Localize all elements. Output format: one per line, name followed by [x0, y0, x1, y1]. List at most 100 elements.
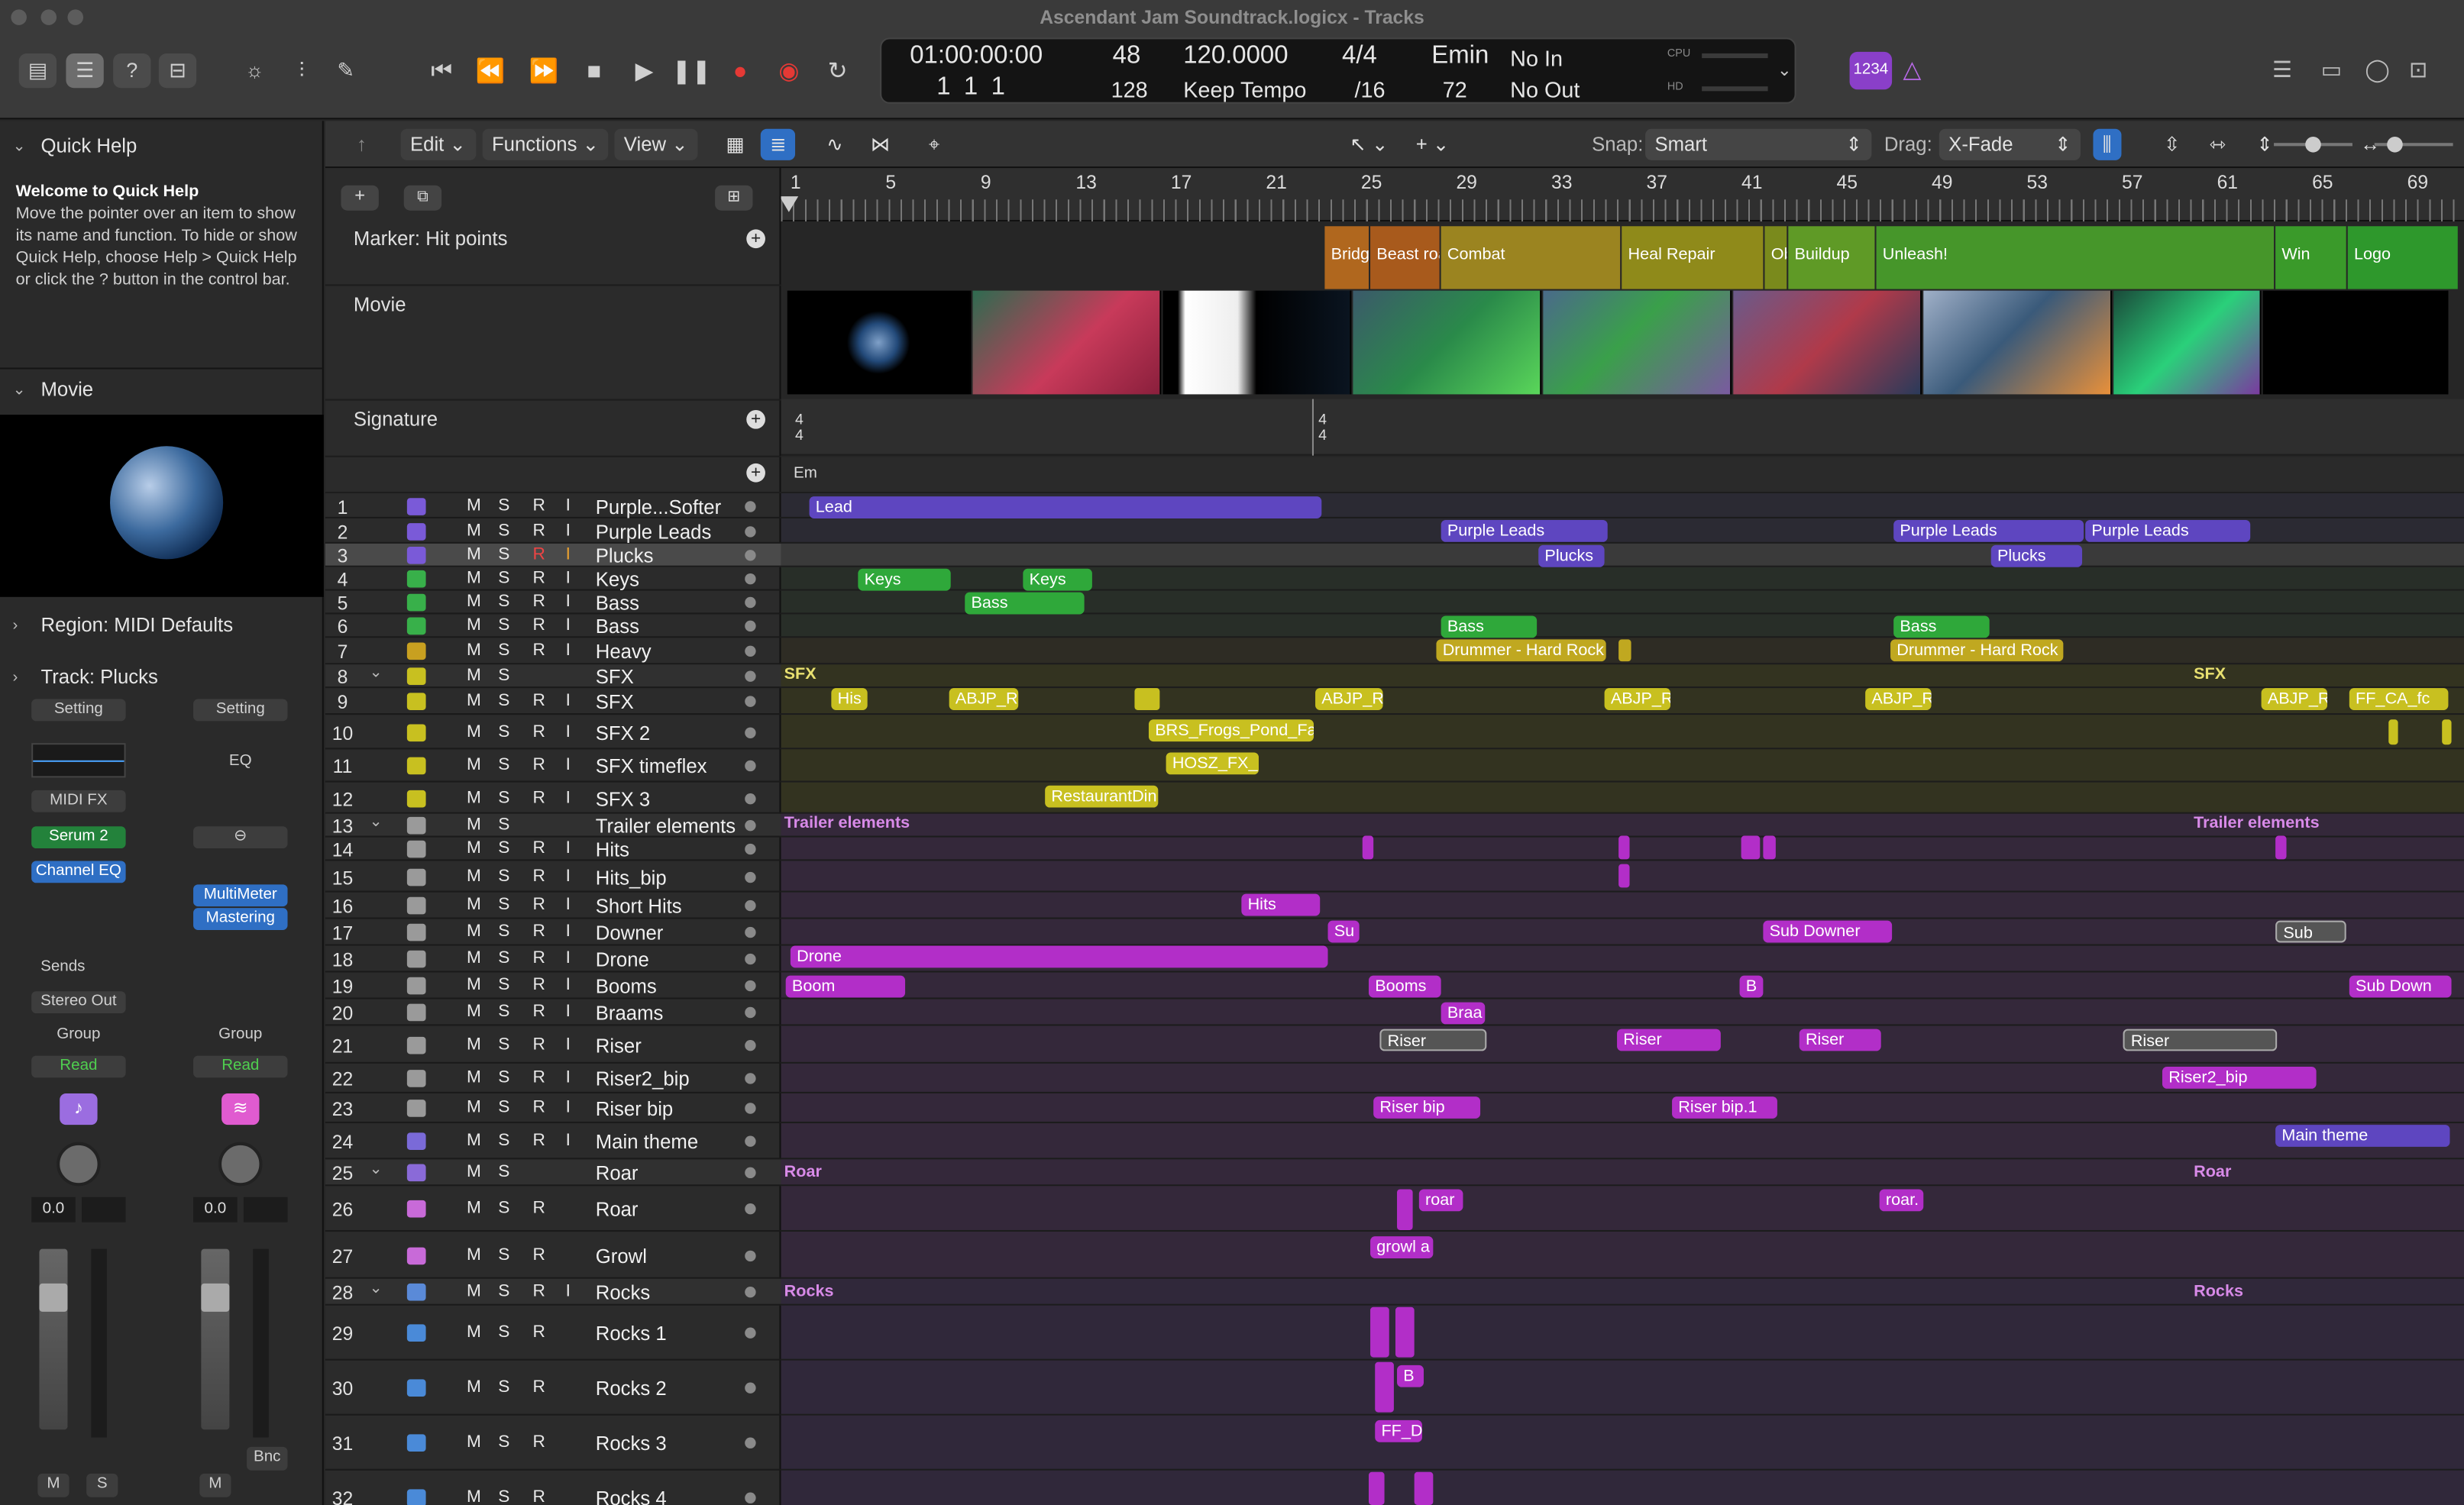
track-name[interactable]: Riser bip	[596, 1098, 673, 1120]
region[interactable]: B	[1739, 975, 1764, 998]
track-name[interactable]: Drone	[596, 949, 649, 971]
duplicate-track-icon[interactable]: ⧉	[403, 185, 442, 211]
solo-button[interactable]: S	[498, 949, 509, 968]
track-on-off-icon[interactable]	[745, 1382, 756, 1394]
mute-button[interactable]: M	[467, 1068, 481, 1087]
solo-button[interactable]: S	[498, 666, 509, 685]
mute-button[interactable]: M	[467, 1131, 481, 1150]
vertical-zoom-slider[interactable]	[2274, 136, 2352, 153]
track-lane[interactable]	[781, 715, 2464, 750]
region[interactable]	[1134, 688, 1160, 710]
solo-button[interactable]: S	[498, 1003, 509, 1022]
track-lane[interactable]	[781, 972, 2464, 1000]
track-header-hits-bip[interactable]: 15 M S R I Hits_bip	[325, 861, 781, 893]
track-lane[interactable]	[781, 749, 2464, 783]
input-monitor-button[interactable]: I	[566, 521, 571, 540]
track-lane[interactable]	[781, 1093, 2464, 1124]
add-marker-icon[interactable]: +	[746, 229, 765, 249]
track-on-off-icon[interactable]	[745, 953, 756, 965]
track-on-off-icon[interactable]	[745, 1287, 756, 1298]
region-chevron-right-icon[interactable]: ›	[12, 618, 18, 635]
solo-button[interactable]: S	[498, 1377, 509, 1397]
track-on-off-icon[interactable]	[745, 1038, 756, 1051]
lcd-display[interactable]: 01:00:00:00 1 1 1 48 128 120.0000 Keep T…	[880, 37, 1796, 104]
record-enable-button[interactable]: R	[532, 1068, 545, 1087]
track-header-bass[interactable]: 5 M S R I Bass	[325, 591, 781, 615]
track-name[interactable]: Hits	[596, 839, 629, 861]
mute-button[interactable]: M	[467, 756, 481, 775]
region[interactable]: Purple Leads	[1441, 519, 1608, 542]
output-setting-button[interactable]: Setting	[193, 699, 288, 722]
track-lane[interactable]	[781, 1415, 2464, 1471]
record-enable-button[interactable]: R	[532, 922, 545, 941]
bounce-button[interactable]: Bnc	[247, 1446, 288, 1471]
region[interactable]: Keys	[858, 568, 951, 591]
editors-icon[interactable]: ✎	[327, 53, 364, 88]
output-pan-knob[interactable]	[218, 1142, 263, 1187]
track-header-bass[interactable]: 6 M S R I Bass	[325, 614, 781, 638]
record-enable-button[interactable]: R	[532, 1131, 545, 1150]
record-enable-button[interactable]: R	[532, 949, 545, 968]
region-inspector-header[interactable]: Region: MIDI Defaults	[0, 605, 324, 645]
track-name[interactable]: Roar	[596, 1162, 639, 1184]
chord-track-header[interactable]: +	[325, 457, 781, 494]
track-name[interactable]: Plucks	[596, 545, 654, 567]
track-name[interactable]: Keys	[596, 569, 639, 591]
output-eq-button[interactable]: EQ	[193, 751, 287, 773]
browsers-icon[interactable]: ⊡	[2409, 57, 2427, 83]
region[interactable]	[1397, 1189, 1413, 1230]
track-header-keys[interactable]: 4 M S R I Keys	[325, 567, 781, 591]
track-header-riser-bip[interactable]: 23 M S R I Riser bip	[325, 1093, 781, 1124]
region[interactable]: Booms	[1368, 975, 1441, 998]
region[interactable]: RestaurantDin	[1045, 785, 1159, 808]
region[interactable]: Riser	[1799, 1029, 1881, 1051]
rewind-icon[interactable]: ⏪	[470, 53, 510, 91]
solo-button[interactable]: S	[498, 815, 509, 835]
record-enable-button[interactable]: R	[532, 1003, 545, 1022]
region[interactable]	[1741, 835, 1761, 860]
solo-button[interactable]: S	[498, 1323, 509, 1342]
solo-button[interactable]: S	[498, 1131, 509, 1150]
list-editors-icon[interactable]: ☰	[2272, 57, 2292, 83]
record-enable-button[interactable]: R	[532, 976, 545, 995]
solo-button[interactable]: S	[498, 756, 509, 775]
automation-mode[interactable]: Read	[31, 1055, 126, 1078]
region[interactable]: Sub	[2275, 920, 2346, 943]
region[interactable]: Plucks	[1538, 544, 1605, 567]
track-name[interactable]: Booms	[596, 976, 657, 998]
region[interactable]: Riser	[2123, 1029, 2278, 1051]
track-name[interactable]: Rocks	[596, 1282, 650, 1304]
track-on-off-icon[interactable]	[745, 1167, 756, 1179]
track-name[interactable]: SFX 2	[596, 722, 650, 744]
mute-button[interactable]: M	[467, 1162, 481, 1181]
mute-button[interactable]: M	[467, 815, 481, 835]
record-enable-button[interactable]: R	[532, 756, 545, 775]
pointer-tool-icon[interactable]: ↖ ⌄	[1340, 129, 1398, 160]
track-on-off-icon[interactable]	[745, 726, 756, 738]
mute-button[interactable]: M	[467, 666, 481, 685]
record-enable-button[interactable]: R	[532, 569, 545, 588]
track-header-sfx-timeflex[interactable]: 11 M S R I SFX timeflex	[325, 749, 781, 783]
record-enable-button[interactable]: R	[532, 1199, 545, 1218]
mute-button[interactable]: M	[467, 1432, 481, 1452]
track-name[interactable]: Downer	[596, 922, 664, 945]
region[interactable]: Purple Leads	[1893, 519, 2084, 542]
horizontal-auto-zoom-icon[interactable]: ⇿	[2200, 129, 2235, 160]
record-enable-button[interactable]: R	[532, 1432, 545, 1452]
mute-button[interactable]: M	[467, 896, 481, 915]
track-name[interactable]: Rocks 3	[596, 1432, 667, 1455]
mute-button[interactable]: M	[467, 641, 481, 660]
track-name[interactable]: SFX	[596, 691, 634, 713]
movie-preview[interactable]	[0, 415, 324, 597]
bar-ruler[interactable]: 1 5 9 13 17 21 25 29 33 37 41 45 49 53 57 61 65 69	[779, 168, 2464, 222]
record-enable-button[interactable]: R	[532, 867, 545, 886]
track-on-off-icon[interactable]	[745, 573, 756, 585]
region[interactable]: growl a	[1370, 1236, 1434, 1258]
track-lane[interactable]	[781, 1186, 2464, 1232]
track-inspector-header[interactable]: Track: Plucks	[0, 657, 324, 697]
region[interactable]	[1763, 835, 1776, 860]
track-name[interactable]: Heavy	[596, 641, 652, 663]
track-lane[interactable]	[781, 1360, 2464, 1416]
region[interactable]: Su	[1327, 920, 1360, 943]
track-on-off-icon[interactable]	[745, 926, 756, 938]
